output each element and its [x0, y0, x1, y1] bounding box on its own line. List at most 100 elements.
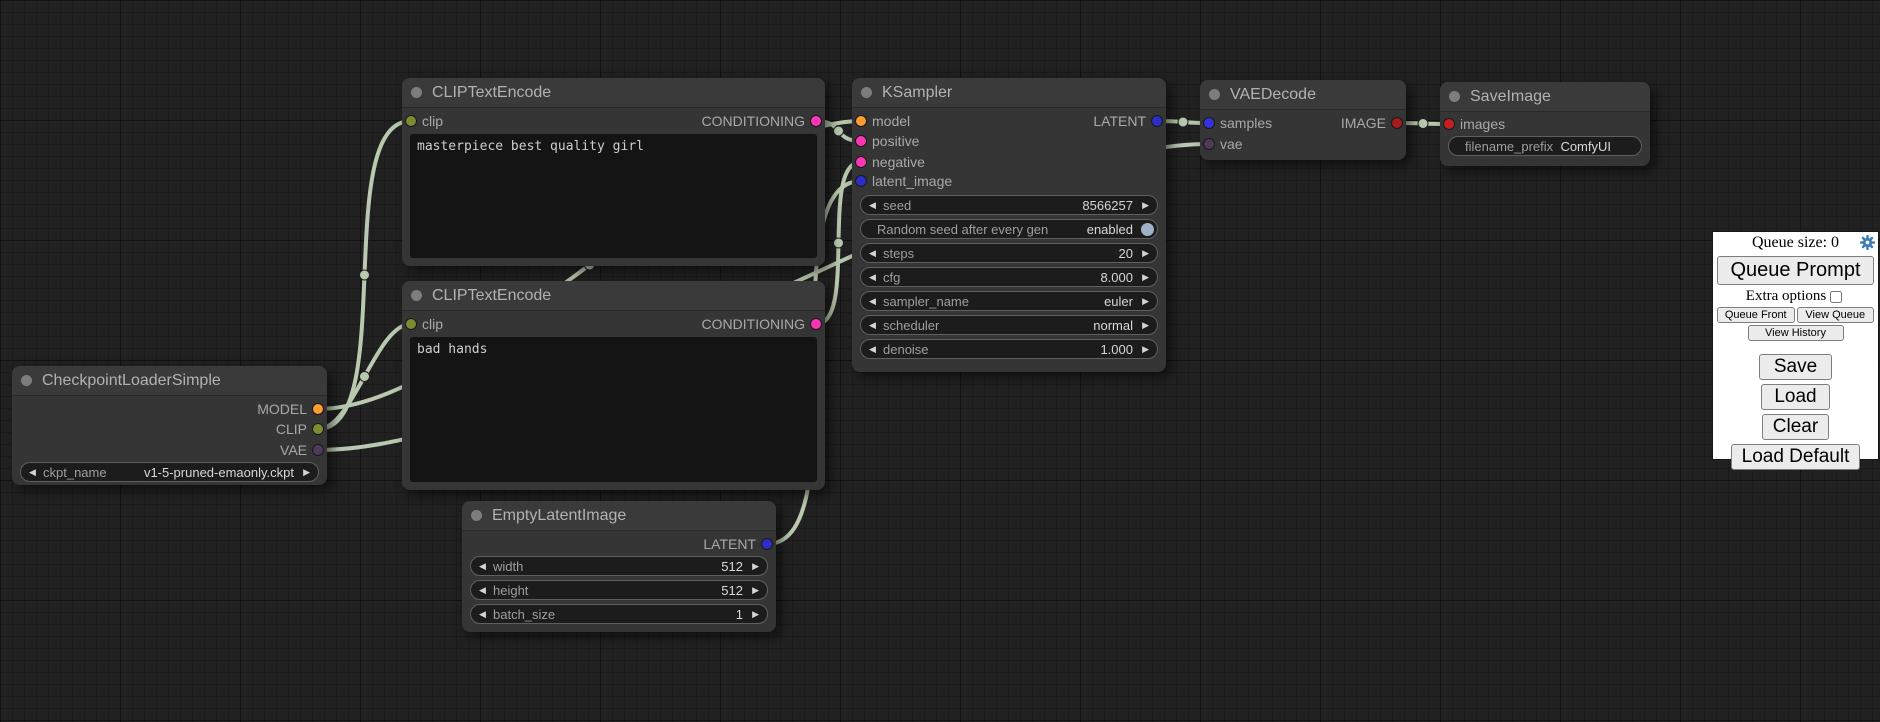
node-title-bar[interactable]: SaveImage [1440, 82, 1650, 112]
link-midpoint-dot [1178, 117, 1188, 127]
node-save-image[interactable]: SaveImageimagesfilename_prefixComfyUI [1440, 82, 1650, 166]
clear-button[interactable]: Clear [1762, 414, 1829, 440]
widget-scheduler[interactable]: ◀schedulernormal▶ [860, 315, 1158, 335]
input-slot-dot-samples[interactable] [1204, 118, 1214, 128]
output-slot-dot-image[interactable] [1392, 118, 1402, 128]
decrement-arrow-icon[interactable]: ◀ [869, 268, 876, 286]
increment-arrow-icon[interactable]: ▶ [752, 581, 759, 599]
queue-front-button[interactable]: Queue Front [1717, 307, 1795, 323]
increment-arrow-icon[interactable]: ▶ [1142, 340, 1149, 358]
output-slot-dot-latent[interactable] [1152, 116, 1162, 126]
link-midpoint-dot [834, 126, 844, 136]
node-clip-text-encode-negative[interactable]: CLIPTextEncodeclipCONDITIONINGbad hands [402, 281, 825, 490]
input-slot-dot-images[interactable] [1444, 119, 1454, 129]
load-default-button[interactable]: Load Default [1731, 444, 1861, 470]
widget-random-seed-after-every-gen[interactable]: Random seed after every genenabled [860, 219, 1158, 239]
output-slot-dot-model[interactable] [313, 404, 323, 414]
node-empty-latent-image[interactable]: EmptyLatentImageLATENT◀width512▶◀height5… [462, 501, 776, 632]
input-slot-label: clip [422, 113, 443, 129]
input-slot-dot-positive[interactable] [856, 136, 866, 146]
node-title-text: EmptyLatentImage [492, 507, 626, 524]
output-slot-dot-clip[interactable] [313, 424, 323, 434]
decrement-arrow-icon[interactable]: ◀ [869, 340, 876, 358]
output-slot-label: CONDITIONING [702, 113, 805, 129]
view-history-button[interactable]: View History [1748, 325, 1844, 341]
queue-prompt-button[interactable]: Queue Prompt [1717, 256, 1874, 285]
input-slot-dot-clip[interactable] [406, 116, 416, 126]
widget-label: steps [883, 246, 914, 261]
widget-filename-prefix[interactable]: filename_prefixComfyUI [1448, 136, 1642, 156]
save-button[interactable]: Save [1759, 354, 1832, 380]
decrement-arrow-icon[interactable]: ◀ [479, 581, 486, 599]
decrement-arrow-icon[interactable]: ◀ [869, 196, 876, 214]
extra-options-label: Extra options [1746, 288, 1826, 304]
floating-menu[interactable]: Queue size: 0 Queue Prompt Extra options… [1712, 231, 1879, 460]
node-title-bar[interactable]: CLIPTextEncode [402, 78, 825, 108]
collapse-dot-icon[interactable] [1209, 89, 1220, 100]
output-slot-dot-conditioning[interactable] [811, 116, 821, 126]
node-title-bar[interactable]: CLIPTextEncode [402, 281, 825, 311]
widget-label: Random seed after every gen [877, 222, 1048, 237]
node-vae-decode[interactable]: VAEDecodesamplesvaeIMAGE [1200, 80, 1406, 160]
increment-arrow-icon[interactable]: ▶ [303, 463, 310, 481]
node-title-bar[interactable]: VAEDecode [1200, 80, 1406, 110]
widget-batch-size[interactable]: ◀batch_size1▶ [470, 604, 768, 624]
node-clip-text-encode-positive[interactable]: CLIPTextEncode clip CONDITIONING masterpiec… [402, 78, 825, 266]
node-title-bar[interactable]: EmptyLatentImage [462, 501, 776, 531]
decrement-arrow-icon[interactable]: ◀ [869, 292, 876, 310]
output-slot-label: MODEL [257, 401, 307, 417]
node-title-text: VAEDecode [1230, 86, 1316, 103]
prompt-textarea[interactable]: bad hands [410, 337, 817, 482]
increment-arrow-icon[interactable]: ▶ [1142, 196, 1149, 214]
widget-width[interactable]: ◀width512▶ [470, 556, 768, 576]
collapse-dot-icon[interactable] [1449, 91, 1460, 102]
decrement-arrow-icon[interactable]: ◀ [479, 605, 486, 623]
widget-cfg[interactable]: ◀cfg8.000▶ [860, 267, 1158, 287]
input-slot-dot-latent_image[interactable] [856, 176, 866, 186]
widget-denoise[interactable]: ◀denoise1.000▶ [860, 339, 1158, 359]
widget-height[interactable]: ◀height512▶ [470, 580, 768, 600]
node-title-bar[interactable]: KSampler [852, 78, 1166, 108]
collapse-dot-icon[interactable] [21, 375, 32, 386]
node-ksampler[interactable]: KSamplermodelpositivenegativelatent_imag… [852, 78, 1166, 372]
increment-arrow-icon[interactable]: ▶ [1142, 244, 1149, 262]
decrement-arrow-icon[interactable]: ◀ [479, 557, 486, 575]
toggle-indicator[interactable] [1141, 223, 1154, 236]
decrement-arrow-icon[interactable]: ◀ [869, 244, 876, 262]
output-slot-dot-vae[interactable] [313, 445, 323, 455]
increment-arrow-icon[interactable]: ▶ [752, 605, 759, 623]
decrement-arrow-icon[interactable]: ◀ [869, 316, 876, 334]
input-slot-dot-vae[interactable] [1204, 139, 1214, 149]
widget-label: ckpt_name [43, 465, 107, 480]
increment-arrow-icon[interactable]: ▶ [1142, 268, 1149, 286]
widget-sampler-name[interactable]: ◀sampler_nameeuler▶ [860, 291, 1158, 311]
input-slot-label: latent_image [872, 173, 952, 189]
decrement-arrow-icon[interactable]: ◀ [29, 463, 36, 481]
collapse-dot-icon[interactable] [411, 87, 422, 98]
graph-canvas[interactable]: CheckpointLoaderSimpleMODELCLIPVAE◀ckpt_… [0, 0, 1880, 722]
node-checkpoint-loader[interactable]: CheckpointLoaderSimpleMODELCLIPVAE◀ckpt_… [12, 366, 327, 485]
widget-value: ComfyUI [1560, 139, 1611, 154]
widget-ckpt-name[interactable]: ◀ckpt_namev1-5-pruned-emaonly.ckpt▶ [20, 462, 319, 482]
input-slot-dot-negative[interactable] [856, 157, 866, 167]
widget-seed[interactable]: ◀seed8566257▶ [860, 195, 1158, 215]
extra-options-checkbox[interactable] [1830, 291, 1842, 303]
node-title-bar[interactable]: CheckpointLoaderSimple [12, 366, 327, 396]
widget-label: sampler_name [883, 294, 969, 309]
settings-gear-icon[interactable] [1860, 235, 1875, 250]
output-slot-dot-conditioning[interactable] [811, 319, 821, 329]
input-slot-dot-clip[interactable] [406, 319, 416, 329]
view-queue-button[interactable]: View Queue [1797, 307, 1875, 323]
input-slot-dot-model[interactable] [856, 116, 866, 126]
collapse-dot-icon[interactable] [411, 290, 422, 301]
collapse-dot-icon[interactable] [471, 510, 482, 521]
increment-arrow-icon[interactable]: ▶ [1142, 292, 1149, 310]
increment-arrow-icon[interactable]: ▶ [1142, 316, 1149, 334]
widget-steps[interactable]: ◀steps20▶ [860, 243, 1158, 263]
increment-arrow-icon[interactable]: ▶ [752, 557, 759, 575]
queue-size-label: Queue size: 0 [1752, 234, 1839, 251]
collapse-dot-icon[interactable] [861, 87, 872, 98]
load-button[interactable]: Load [1761, 384, 1829, 410]
prompt-textarea[interactable]: masterpiece best quality girl [410, 134, 817, 258]
output-slot-dot-latent[interactable] [762, 539, 772, 549]
